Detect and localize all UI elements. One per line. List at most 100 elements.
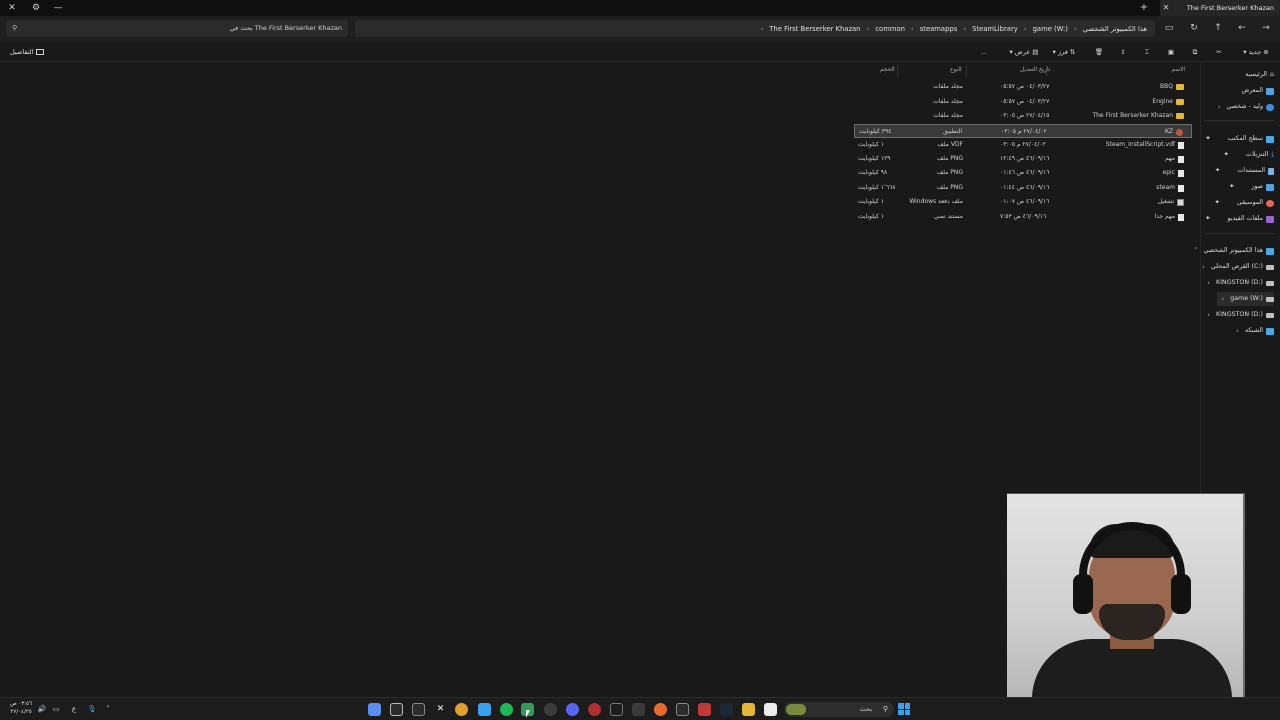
sidebar-item-videos[interactable]: ✦ ملفات الفيديو [1205, 212, 1274, 226]
new-tab-button[interactable]: + [1138, 2, 1150, 14]
chevron-up-icon[interactable]: ˄ [102, 703, 114, 715]
notepad-icon[interactable] [368, 703, 381, 716]
chevron-left-icon: ‹ [1073, 24, 1077, 33]
shield-icon[interactable] [478, 703, 491, 716]
microphone-icon[interactable]: 🎙 [86, 703, 98, 715]
details-button[interactable]: التفاصيل [10, 42, 45, 62]
file-size: ١٬٦٦٨ كيلوبايت [858, 184, 896, 191]
store-icon[interactable] [764, 703, 777, 716]
close-window-icon[interactable]: ✕ [6, 2, 18, 14]
file-row[interactable]: Engine ٠٤/٠٣/٢٧ ص ٠٥:٥٧ مجلد ملفات [854, 95, 1192, 109]
gallery-icon [1266, 87, 1274, 95]
sidebar-item-this-pc[interactable]: ˅ هذا الكمبيوتر الشخصي [1194, 244, 1274, 258]
sidebar-item-onedrive[interactable]: › وليد - شخصي [1218, 100, 1274, 114]
paste-icon[interactable]: ▣ [1164, 45, 1178, 59]
sidebar-item-desktop[interactable]: ✦ سطح المكتب [1205, 132, 1274, 146]
column-size[interactable]: الحجم [880, 67, 895, 77]
breadcrumb-common[interactable]: common [875, 25, 905, 33]
network-status-icon[interactable]: ▭ [50, 703, 62, 715]
file-row[interactable]: Steam_InstallScript.vdf ٢٧/٠٤/٠٢ م ٠٣:٠٥… [854, 138, 1192, 152]
clock[interactable]: ٠٣:٥٦ ص ٢٧/٠٤/٢٥ [8, 700, 34, 716]
refresh-icon[interactable]: ↻ [1187, 21, 1201, 35]
app-icon [1176, 128, 1183, 136]
breadcrumb-this-pc[interactable]: هذا الكمبيوتر الشخصي [1083, 25, 1147, 33]
capcut-icon[interactable] [610, 703, 623, 716]
sidebar-item-downloads[interactable]: ✦ التنزيلات ⤓ [1224, 148, 1274, 162]
more-options-button[interactable]: ... [976, 45, 992, 59]
cut-icon[interactable]: ✂ [1212, 45, 1226, 59]
language-indicator[interactable]: ع [68, 703, 80, 715]
delete-icon[interactable]: 🗑 [1092, 45, 1106, 59]
discord-icon[interactable] [566, 703, 579, 716]
file-row[interactable]: مهم جدا ٤٦/٠٩/١٦ ص ٧:٥٣ مستند نصي ١ كيلو… [854, 210, 1192, 224]
rename-icon[interactable]: ⌶ [1140, 45, 1154, 59]
drive-icon [1266, 312, 1274, 318]
sidebar-item-label: KINGSTON (D:) [1216, 279, 1263, 286]
file-explorer-icon[interactable] [742, 703, 755, 716]
sidebar-item-drive-w[interactable]: › game (W:) [1217, 292, 1274, 306]
file-row[interactable]: epic ٤٦/٠٩/١٦ ص ٠١:٤٦ ملف PNG ٩٨ كيلوباي… [854, 166, 1192, 180]
sidebar-item-drive-c[interactable]: › القرص المحلي (C:) [1202, 260, 1274, 274]
up-arrow-icon[interactable]: ↑ [1211, 21, 1225, 35]
sidebar-item-label: صور [1251, 183, 1263, 190]
settings-icon[interactable]: ⚙ [30, 2, 42, 14]
batch-file-icon [1177, 198, 1184, 206]
chrome-icon[interactable] [455, 703, 468, 716]
column-date[interactable]: تاريخ التعديل [1020, 67, 1050, 77]
breadcrumb-khazan[interactable]: The First Berserker Khazan [769, 25, 860, 33]
minimize-icon[interactable]: — [52, 2, 64, 14]
tab-close-icon[interactable]: ✕ [1160, 2, 1172, 14]
file-name: Engine [1152, 98, 1173, 105]
forward-arrow-icon[interactable]: → [1259, 21, 1273, 35]
chevron-right-icon: › [1221, 295, 1225, 303]
sidebar-item-drive-d2[interactable]: › KINGSTON (D:) [1207, 308, 1274, 322]
network-icon [1266, 327, 1274, 335]
file-row[interactable]: BBQ ٠٤/٠٣/٢٧ ص ٠٥:٥٧ مجلد ملفات [854, 80, 1192, 94]
sidebar-item-documents[interactable]: ✦ المستندات [1215, 164, 1274, 178]
monitor-icon[interactable]: ▭ [1162, 21, 1176, 35]
tab-khazan[interactable]: The First Berserker Khazan [1160, 0, 1280, 16]
taskbar-search[interactable]: بحث ⚲ [784, 702, 894, 717]
steam-icon[interactable] [720, 703, 733, 716]
file-date: ٤٦/٠٩/١٦ ص ١٢:٤٩ [1000, 155, 1050, 162]
media-icon[interactable] [632, 703, 645, 716]
sidebar-item-gallery[interactable]: المعرض [1242, 84, 1274, 98]
breadcrumb-game-drive[interactable]: game (W:) [1033, 25, 1068, 33]
sidebar-item-network[interactable]: › الشبكة [1236, 324, 1274, 338]
breadcrumb-steamlibrary[interactable]: SteamLibrary [972, 25, 1018, 33]
terminal-icon[interactable] [390, 703, 403, 716]
column-type[interactable]: النوع [950, 67, 962, 77]
view-button[interactable]: ▾ عرض ▤ [1006, 45, 1042, 59]
column-name[interactable]: الاسم [1171, 67, 1185, 77]
file-row[interactable]: تشغيل ٤٦/٠٩/١٦ ص ٠١:٠٧ Windows ملف دفعة … [854, 195, 1192, 209]
file-row[interactable]: The First Berserker Khazan ٢٧/٠٤/١٥ ص ٠٣… [854, 109, 1192, 123]
folder-search-input[interactable]: ⚲ بحث في The First Berserker Khazan [6, 20, 348, 37]
spotify-icon[interactable] [500, 703, 513, 716]
file-row[interactable]: steam ٤٦/٠٩/١٦ ص ٠١:٤٤ ملف PNG ١٬٦٦٨ كيل… [854, 181, 1192, 195]
file-type: مجلد ملفات [933, 98, 963, 105]
sidebar-item-home[interactable]: الرئيسية ⌂ [1245, 68, 1274, 82]
obs-icon[interactable] [544, 703, 557, 716]
brave-icon[interactable] [698, 703, 711, 716]
x-icon[interactable]: ✕ [434, 703, 447, 716]
volume-icon[interactable]: 🔊 [36, 703, 48, 715]
sidebar-item-music[interactable]: ✦ الموسيقى [1215, 196, 1274, 210]
sort-button[interactable]: ▾ فرز ⇅ [1048, 45, 1080, 59]
address-bar[interactable]: هذا الكمبيوتر الشخصي ‹ game (W:) ‹ Steam… [355, 20, 1155, 37]
file-row-selected[interactable]: KZ ٢٧/٠٤/٠٢ م ٠٣:٠٥ التطبيق ٣٩٤ كيلوبايت [854, 124, 1192, 138]
sidebar-item-label: هذا الكمبيوتر الشخصي [1203, 247, 1263, 254]
recorder-icon[interactable] [654, 703, 667, 716]
copy-icon[interactable]: ⧉ [1188, 45, 1202, 59]
home-icon: ⌂ [1270, 71, 1274, 78]
breadcrumb-steamapps[interactable]: steamapps [920, 25, 958, 33]
start-windows-icon[interactable] [898, 703, 910, 715]
file-row[interactable]: مهم ٤٦/٠٩/١٦ ص ١٢:٤٩ ملف PNG ١٢٩ كيلوباي… [854, 152, 1192, 166]
sidebar-item-drive-d[interactable]: › KINGSTON (D:) [1207, 276, 1274, 290]
share-icon[interactable]: ⇪ [1116, 45, 1130, 59]
sidebar-item-pictures[interactable]: ✦ صور [1229, 180, 1274, 194]
davinci-icon[interactable] [588, 703, 601, 716]
app-window-icon[interactable] [412, 703, 425, 716]
new-button[interactable]: ▾ جديد ⊕ [1238, 45, 1274, 59]
back-arrow-icon[interactable]: ← [1235, 21, 1249, 35]
tool-icon[interactable] [676, 703, 689, 716]
